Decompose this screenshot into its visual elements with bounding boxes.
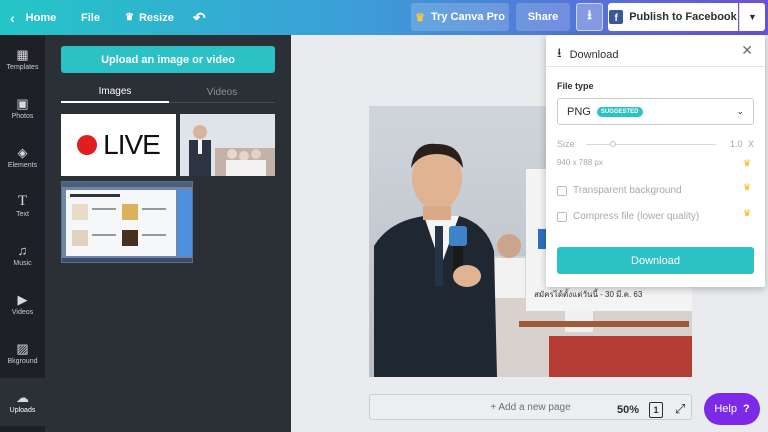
screenshot-preview: [62, 182, 192, 262]
try-canva-pro-button[interactable]: ♛ Try Canva Pro: [411, 3, 509, 31]
file-menu[interactable]: File: [81, 0, 100, 35]
download-panel: ⭳ Download ✕ File type PNG SUGGESTED ⌄ S…: [546, 35, 765, 287]
rail-item-photos[interactable]: ▣ Photos: [0, 84, 45, 132]
compress-file-checkbox[interactable]: [557, 211, 567, 222]
download-icon: ⭳: [587, 7, 592, 22]
upload-media-button[interactable]: Upload an image or video: [61, 46, 275, 73]
speaker-photo: [180, 114, 275, 176]
divider: [546, 66, 765, 67]
crown-icon: ♛: [125, 12, 134, 23]
image-thumbnail-screenshot[interactable]: [61, 181, 193, 263]
side-rail: ▦ Templates ▣ Photos ◈ Elements T Text ♫…: [0, 35, 45, 432]
size-slider[interactable]: [586, 141, 716, 147]
rail-item-uploads[interactable]: ☁ Uploads: [0, 378, 45, 426]
uploads-panel: Upload an image or video Images Videos L…: [45, 35, 291, 432]
rail-item-music[interactable]: ♫ Music: [0, 231, 45, 279]
image-thumbnail-live[interactable]: LIVE: [61, 114, 176, 176]
page-number-button[interactable]: 1: [649, 402, 663, 418]
size-unit: X: [748, 139, 755, 149]
record-dot-icon: [77, 135, 98, 155]
resize-button[interactable]: ♛ Resize: [125, 0, 174, 35]
dimensions-text: 940 x 788 px: [557, 158, 603, 167]
close-icon: ✕: [741, 42, 753, 58]
music-icon: ♫: [17, 242, 28, 258]
slider-handle[interactable]: [610, 141, 616, 147]
home-button[interactable]: ‹ Home: [10, 0, 56, 35]
elements-icon: ◈: [17, 144, 28, 160]
background-icon: ▨: [16, 340, 29, 356]
add-page-button[interactable]: + Add a new page: [369, 394, 692, 420]
image-thumbnail-speaker[interactable]: [180, 114, 275, 176]
size-value: 1.0: [730, 139, 743, 149]
text-icon: T: [17, 192, 28, 209]
crown-icon: ♛: [743, 208, 752, 218]
transparent-background-option[interactable]: Transparent background: [557, 185, 682, 196]
close-panel-button[interactable]: ✕: [741, 42, 753, 59]
download-confirm-button[interactable]: Download: [557, 247, 754, 274]
undo-icon: ↶: [193, 9, 206, 27]
design-caption: สมัครได้ตั้งแต่วันนี้ - 30 มี.ค. 63: [534, 290, 643, 299]
crown-icon: ♛: [743, 158, 752, 168]
compress-file-option[interactable]: Compress file (lower quality): [557, 211, 699, 222]
help-button[interactable]: Help ?: [704, 393, 760, 425]
undo-button[interactable]: ↶: [193, 0, 206, 35]
rail-item-elements[interactable]: ◈ Elements: [0, 133, 45, 181]
crown-icon: ♛: [743, 182, 752, 192]
videos-icon: ▶: [17, 291, 28, 307]
chevron-left-icon: ‹: [10, 9, 15, 26]
transparent-background-checkbox[interactable]: [557, 185, 567, 196]
fullscreen-button[interactable]: ⤢: [675, 402, 689, 416]
facebook-icon: f: [609, 10, 624, 24]
expand-icon: ⤢: [675, 401, 686, 416]
photos-icon: ▣: [16, 95, 29, 111]
templates-icon: ▦: [16, 46, 29, 62]
rail-item-background[interactable]: ▨ Bkground: [0, 329, 45, 377]
publish-facebook-button[interactable]: f Publish to Facebook: [608, 3, 738, 31]
share-button[interactable]: Share: [516, 3, 570, 31]
rail-item-text[interactable]: T Text: [0, 182, 45, 230]
download-icon: ⭳: [557, 45, 562, 60]
rail-item-videos[interactable]: ▶ Videos: [0, 280, 45, 328]
tab-images[interactable]: Images: [61, 82, 169, 103]
file-type-label: File type: [557, 81, 594, 91]
question-icon: ?: [742, 403, 750, 415]
file-type-select[interactable]: PNG SUGGESTED ⌄: [557, 98, 754, 125]
chevron-down-icon: ⌄: [736, 106, 744, 116]
chevron-down-icon: ▼: [748, 12, 757, 22]
uploads-icon: ☁: [16, 389, 29, 405]
top-bar: ‹ Home File ♛ Resize ↶ ♛ Try Canva Pro S…: [0, 0, 768, 35]
publish-options-dropdown[interactable]: ▼: [739, 3, 765, 31]
size-label: Size: [557, 139, 575, 149]
tab-videos[interactable]: Videos: [169, 82, 275, 103]
suggested-badge: SUGGESTED: [596, 106, 643, 117]
zoom-level[interactable]: 50%: [617, 404, 639, 416]
rail-item-templates[interactable]: ▦ Templates: [0, 35, 45, 83]
crown-icon: ♛: [415, 11, 425, 24]
download-panel-header: ⭳ Download: [557, 44, 618, 66]
download-button[interactable]: ⭳: [576, 3, 603, 31]
